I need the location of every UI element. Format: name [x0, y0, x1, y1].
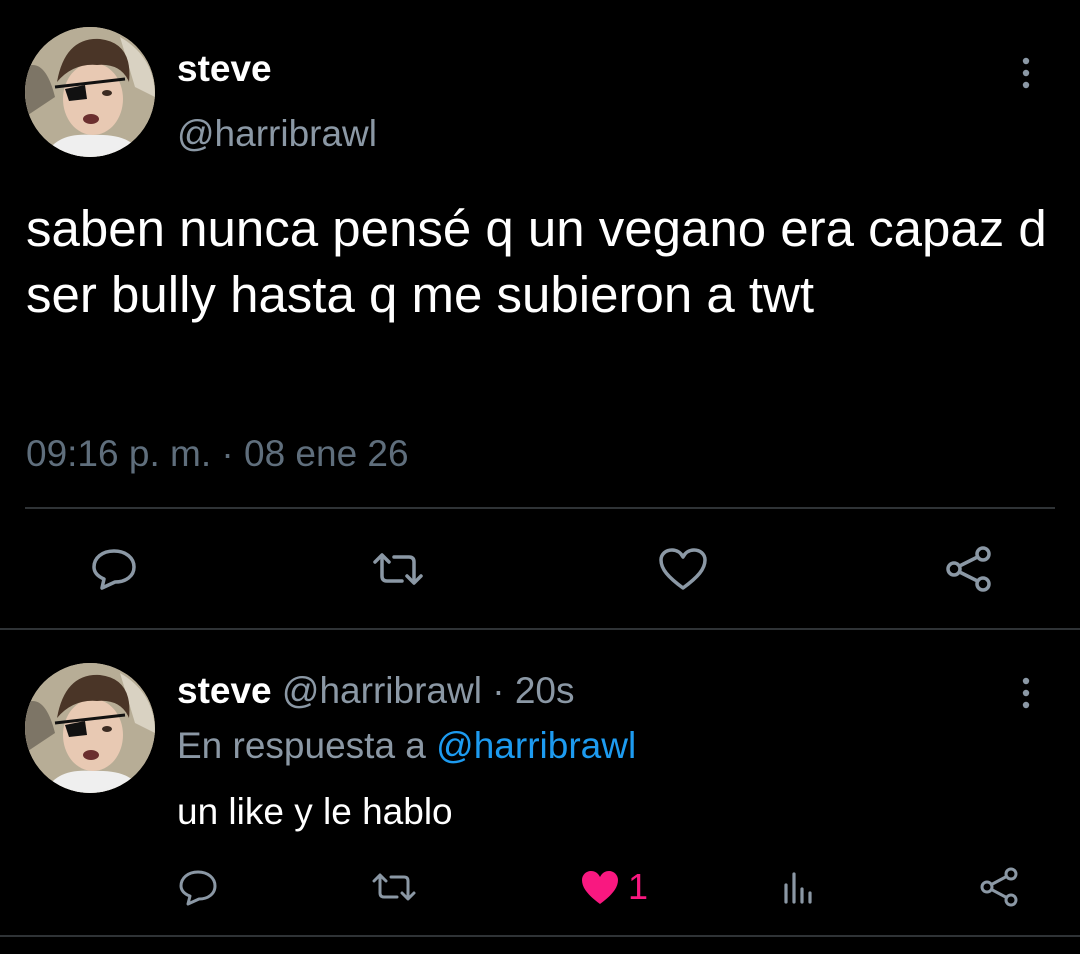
avatar-photo — [25, 663, 155, 793]
heart-outline-icon[interactable] — [658, 547, 708, 591]
avatar-photo — [25, 27, 155, 157]
tweet-timestamp[interactable]: 09:16 p. m. · 08 ene 26 — [26, 432, 409, 476]
reply-time-ago[interactable]: 20s — [515, 670, 575, 711]
reply-context: En respuesta a @harribrawl — [177, 723, 636, 769]
share-icon[interactable] — [944, 545, 994, 593]
reply-author-handle[interactable]: @harribrawl — [282, 670, 482, 711]
more-vertical-icon[interactable] — [1010, 676, 1042, 710]
tweet-text: saben nunca pensé q un vegano era capaz … — [26, 200, 1047, 323]
retweet-icon[interactable] — [370, 550, 426, 588]
author-name[interactable]: steve — [177, 48, 272, 90]
reply-icon[interactable] — [178, 869, 218, 907]
more-vertical-icon[interactable] — [1010, 56, 1042, 90]
reply-context-prefix: En respuesta a — [177, 725, 437, 766]
reply-author-avatar[interactable] — [25, 663, 155, 793]
analytics-icon[interactable] — [782, 869, 816, 905]
reply-author-name[interactable]: steve — [177, 670, 272, 711]
reply-context-mention[interactable]: @harribrawl — [436, 725, 636, 766]
divider — [0, 935, 1080, 937]
author-avatar[interactable] — [25, 27, 155, 157]
retweet-icon[interactable] — [370, 870, 418, 904]
like-count: 1 — [628, 866, 649, 907]
share-icon[interactable] — [978, 866, 1020, 908]
reply-icon[interactable] — [90, 547, 138, 591]
divider — [25, 507, 1055, 509]
reply-header: steve @harribrawl · 20s — [177, 669, 574, 713]
heart-filled-icon[interactable] — [580, 869, 620, 907]
author-handle[interactable]: @harribrawl — [177, 113, 377, 155]
reply-tweet-text: un like y le hablo — [177, 791, 453, 832]
meta-separator: · — [481, 670, 515, 711]
divider — [0, 628, 1080, 630]
